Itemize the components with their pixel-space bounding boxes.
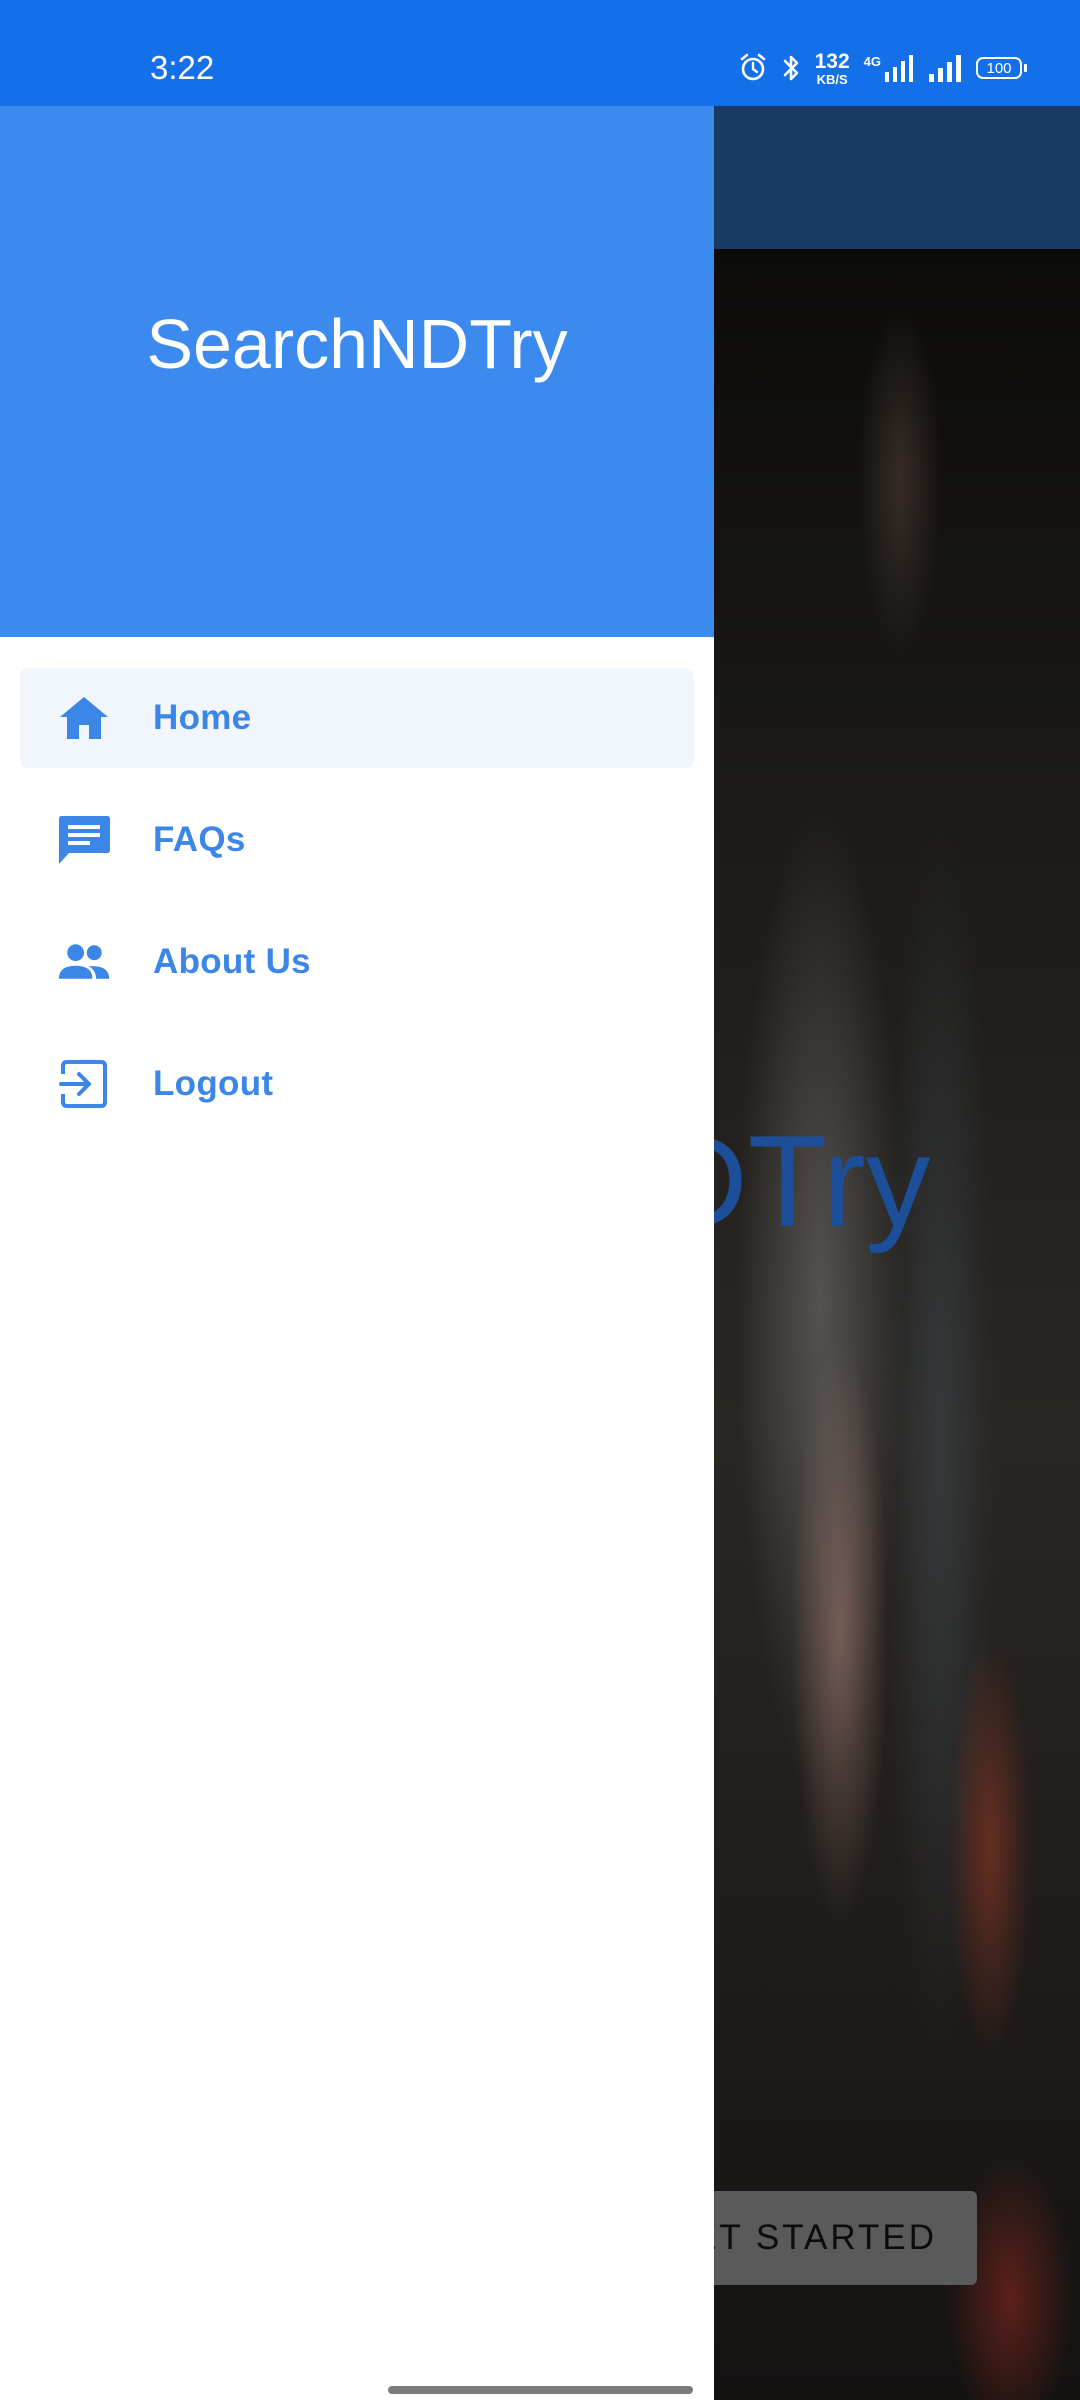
bluetooth-icon xyxy=(781,53,801,83)
chat-icon xyxy=(57,815,111,865)
network-speed-unit: KB/S xyxy=(816,71,848,87)
drawer-menu: Home FAQs About Us Logout xyxy=(0,668,714,1156)
status-time: 3:22 xyxy=(150,49,215,86)
network-speed: 132 KB/S xyxy=(815,51,850,86)
drawer-item-label: FAQs xyxy=(153,820,246,859)
home-indicator[interactable] xyxy=(388,2386,693,2394)
drawer-item-about-us[interactable]: About Us xyxy=(20,912,694,1012)
drawer-item-label: Logout xyxy=(153,1064,274,1103)
logout-icon xyxy=(57,1059,111,1109)
drawer-header: SearchNDTry xyxy=(0,106,714,637)
navigation-drawer: SearchNDTry Home FAQs About Us Logout xyxy=(0,106,714,2400)
status-icons: 132 KB/S 4G 100 xyxy=(739,50,1027,86)
drawer-item-logout[interactable]: Logout xyxy=(20,1034,694,1134)
status-bar: 3:22 132 KB/S 4G 100 xyxy=(0,0,1080,106)
drawer-item-label: Home xyxy=(153,698,252,737)
battery-icon: 100 xyxy=(976,57,1027,79)
drawer-item-label: About Us xyxy=(153,942,311,981)
alarm-icon xyxy=(739,53,767,83)
drawer-item-faqs[interactable]: FAQs xyxy=(20,790,694,890)
network-speed-value: 132 xyxy=(814,49,850,73)
drawer-title: SearchNDTry xyxy=(146,305,568,383)
home-icon xyxy=(57,693,111,743)
signal-icon: 4G xyxy=(864,54,914,82)
signal-icon xyxy=(928,54,962,82)
drawer-item-home[interactable]: Home xyxy=(20,668,694,768)
network-type-label: 4G xyxy=(863,54,881,69)
people-icon xyxy=(57,937,111,987)
